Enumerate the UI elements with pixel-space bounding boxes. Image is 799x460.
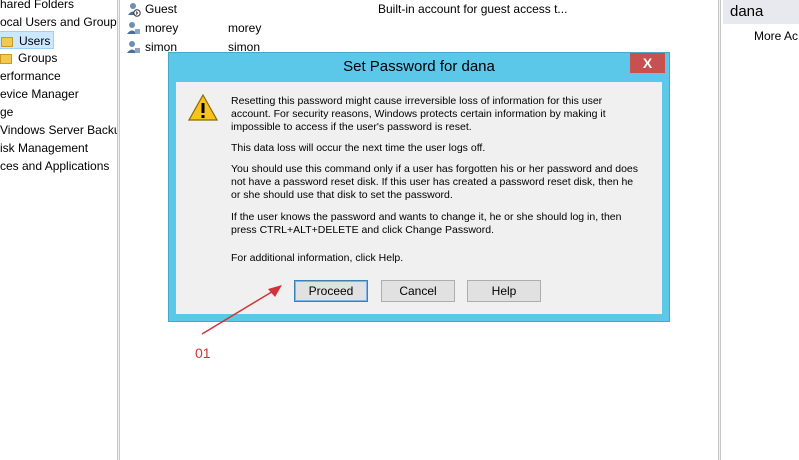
- annotation-label: 01: [195, 345, 211, 361]
- annotation-arrow: [201, 285, 282, 335]
